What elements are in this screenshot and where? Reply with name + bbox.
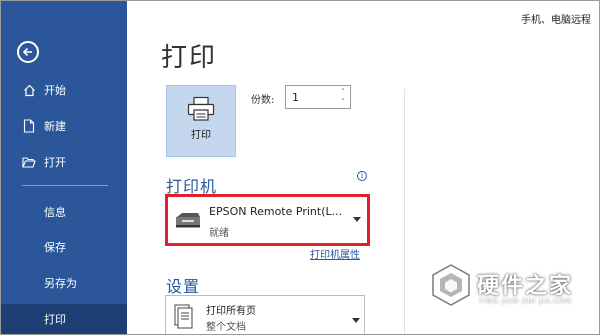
printer-dropdown[interactable]: EPSON Remote Print(L... 就绪 [165, 194, 370, 246]
preview-divider [404, 89, 405, 334]
sidebar-item-label: 另存为 [44, 277, 77, 290]
copies-value: 1 [292, 91, 299, 104]
printer-name: EPSON Remote Print(L... [209, 205, 343, 218]
print-backstage-window: 开始 新建 打开 信息 保存 另存为 打印 手机、电脑远程 打印 打印 份数: … [0, 0, 600, 335]
sidebar-item-label: 开始 [44, 84, 66, 97]
page-title: 打印 [161, 43, 218, 73]
back-button[interactable] [17, 41, 39, 63]
sidebar-item-label: 打印 [44, 313, 66, 326]
sidebar-item-label: 新建 [44, 120, 66, 133]
sidebar-item-label: 打开 [44, 156, 66, 169]
dropdown-arrow-icon [352, 318, 360, 323]
sidebar-item-save-as[interactable]: 另存为 [1, 268, 127, 298]
print-button-label: 打印 [191, 130, 211, 141]
sidebar-item-label: 信息 [44, 206, 66, 219]
back-arrow-icon [22, 47, 32, 57]
sidebar-item-info[interactable]: 信息 [1, 197, 127, 227]
pages-icon [174, 304, 193, 329]
copies-label: 份数: [251, 95, 275, 106]
settings-option-subtitle: 整个文档 [206, 322, 246, 333]
sidebar-item-open[interactable]: 打开 [1, 147, 127, 177]
print-button[interactable]: 打印 [166, 85, 236, 157]
sidebar-divider [22, 185, 108, 186]
watermark-text: 硬件之家 [477, 274, 574, 299]
sidebar-item-label: 保存 [44, 241, 66, 254]
watermark-subtext: YING JIAN ZHI JIA.COM [479, 297, 572, 305]
printer-status: 就绪 [209, 228, 229, 239]
watermark: 硬件之家 YING JIAN ZHI JIA.COM [429, 263, 589, 313]
spin-up-icon[interactable]: ˄ [339, 88, 347, 96]
sidebar-item-new[interactable]: 新建 [1, 111, 127, 141]
printer-icon [187, 96, 215, 121]
folder-open-icon [22, 155, 36, 169]
new-document-icon [22, 119, 36, 133]
spin-down-icon[interactable]: ˅ [339, 98, 347, 106]
settings-option-title: 打印所有页 [206, 306, 256, 317]
home-icon [22, 83, 36, 97]
printer-properties-link[interactable]: 打印机属性 [310, 246, 360, 261]
sidebar-item-save[interactable]: 保存 [1, 232, 127, 262]
backstage-sidebar: 开始 新建 打开 信息 保存 另存为 打印 [1, 1, 127, 334]
sidebar-item-print[interactable]: 打印 [1, 304, 127, 334]
print-range-dropdown[interactable]: 打印所有页 整个文档 [165, 295, 365, 334]
top-right-caption: 手机、电脑远程 [521, 15, 591, 26]
watermark-logo-icon [432, 264, 470, 306]
copies-stepper[interactable]: 1 ˄ ˅ [285, 85, 351, 109]
info-icon[interactable]: i [357, 171, 367, 181]
sidebar-item-home[interactable]: 开始 [1, 75, 127, 105]
dropdown-arrow-icon [353, 217, 361, 222]
settings-section-title: 设置 [166, 277, 201, 296]
printer-device-icon [176, 213, 200, 228]
